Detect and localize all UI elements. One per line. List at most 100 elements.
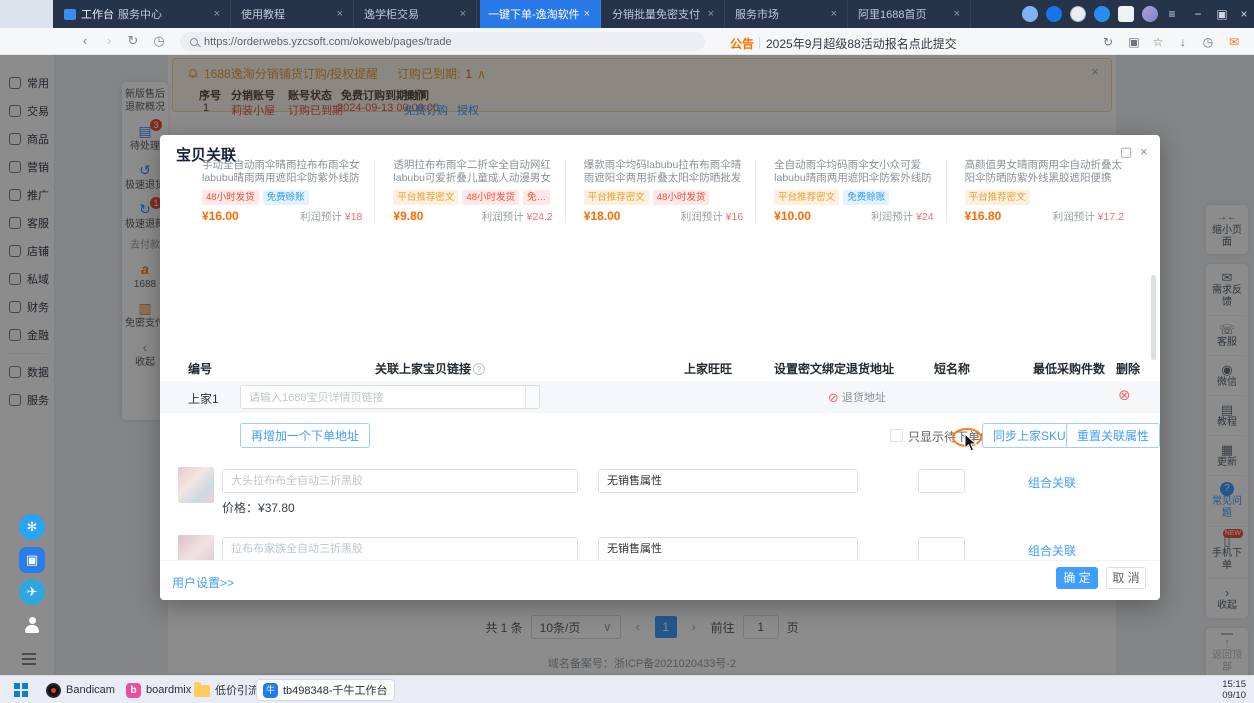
- close-tab-icon[interactable]: ×: [952, 8, 962, 20]
- download-icon[interactable]: ↓: [1175, 34, 1191, 50]
- announcement-label: 公告: [730, 35, 754, 52]
- qianniu-icon: 牛: [263, 683, 278, 698]
- help-icon[interactable]: ?: [473, 363, 485, 375]
- combo-association-link[interactable]: 组合关联: [1028, 474, 1076, 491]
- start-button[interactable]: [14, 683, 28, 697]
- sale-attr-input[interactable]: 无销售属性: [598, 537, 858, 560]
- supplier-link-input[interactable]: 请输入1688宝贝详情页链接: [240, 385, 540, 409]
- modal-maximize-icon[interactable]: ▢: [1120, 144, 1132, 160]
- notes-extension-icon[interactable]: [1118, 6, 1134, 22]
- delete-row-icon[interactable]: ⊗: [1118, 388, 1131, 404]
- clock-icon[interactable]: ◷: [1200, 34, 1216, 50]
- product-thumbnail[interactable]: [178, 467, 214, 503]
- short-name-input[interactable]: [918, 537, 965, 560]
- workbench-icon: [64, 9, 76, 20]
- supplier-card[interactable]: 高颜值男女晴雨两用伞自动折叠太阳伞防晒防紫外线黑胶遮阳便携 平台推荐密文 ¥16…: [946, 159, 1136, 223]
- supplier-link-row: 上家1 请输入1688宝贝详情页链接 ⊘ 退货地址 ⊗: [160, 381, 1160, 413]
- supplier-label: 上家1: [188, 390, 219, 407]
- show-pending-sku-checkbox[interactable]: [890, 429, 903, 442]
- sale-attr-input[interactable]: 无销售属性: [598, 469, 858, 493]
- browser-extension-icon[interactable]: [1094, 6, 1110, 22]
- tag: 平台推荐密文: [965, 190, 1030, 205]
- supplier-card-title: 透明拉布布雨伞二折伞全自动网红labubu可爱折叠儿童成人动漫男女: [393, 159, 552, 185]
- browser-extension-icon[interactable]: [1022, 6, 1038, 22]
- tab-tutorial[interactable]: 使用教程×: [233, 0, 354, 28]
- tab-service-market[interactable]: 服务市场×: [727, 0, 848, 28]
- url-text: https://orderwebs.yzcsoft.com/okoweb/pag…: [204, 36, 452, 48]
- supplier-card[interactable]: 手动全自动雨伞晴雨拉布布雨伞女labubu晴雨两用遮阳伞防紫外线防 48小时发货…: [184, 159, 374, 223]
- windows-taskbar: Bandicam bboardmix 低价引流 牛tb498348-千牛工作台 …: [0, 675, 1254, 703]
- product-row: 大头拉布布全自动三折黑胶 价格：¥37.80 无销售属性 组合关联: [160, 465, 1160, 531]
- modal-close-icon[interactable]: ×: [1140, 144, 1148, 159]
- qq-float-icon[interactable]: ✻: [19, 514, 45, 540]
- taskbar-folder[interactable]: 低价引流: [188, 679, 265, 701]
- tag: 平台推荐密文: [584, 190, 649, 205]
- close-window-button[interactable]: ×: [1234, 0, 1254, 28]
- telegram-icon[interactable]: ✈: [19, 579, 45, 605]
- reset-association-button[interactable]: 重置关联属性: [1066, 423, 1160, 448]
- close-tab-icon[interactable]: ×: [706, 8, 716, 20]
- mouse-cursor: [964, 433, 978, 453]
- combo-association-link[interactable]: 组合关联: [1028, 542, 1076, 559]
- product-name-input[interactable]: 大头拉布布全自动三折黑胶: [222, 469, 578, 493]
- tab-yixuegui-trade[interactable]: 逸学柜交易×: [356, 0, 477, 28]
- price: ¥16.00: [202, 209, 239, 223]
- bookmark-star-icon[interactable]: ☆: [1150, 34, 1166, 50]
- col-index: 编号: [188, 360, 212, 377]
- col-short-name: 短名称: [934, 360, 970, 377]
- taskbar-app-bandicam[interactable]: Bandicam: [40, 679, 121, 701]
- taskbar-clock[interactable]: 15:1509/10: [1222, 679, 1246, 701]
- refresh-icon[interactable]: ↻: [124, 32, 142, 50]
- cancel-button[interactable]: 取 消: [1106, 567, 1146, 589]
- tab-batch-pay[interactable]: 分销批量免密支付×: [604, 0, 725, 28]
- minimize-button[interactable]: −: [1186, 0, 1210, 28]
- sync-supplier-sku-button[interactable]: 同步上家SKU: [982, 423, 1077, 448]
- add-order-address-button[interactable]: 再增加一个下单地址: [240, 423, 370, 448]
- translate-icon[interactable]: ↻: [1100, 34, 1116, 50]
- mail-icon[interactable]: ✉: [1226, 34, 1242, 50]
- tab-service-center[interactable]: 服务中心×: [110, 0, 231, 28]
- supplier-card[interactable]: 透明拉布布雨伞二折伞全自动网红labubu可爱折叠儿童成人动漫男女 平台推荐密文…: [374, 159, 564, 223]
- close-tab-icon[interactable]: ×: [212, 8, 222, 20]
- return-address-cell[interactable]: ⊘ 退货地址: [828, 389, 886, 405]
- announcement-link[interactable]: 2025年9月超级88活动报名点此提交: [766, 35, 957, 52]
- back-icon[interactable]: ‹: [76, 32, 94, 50]
- product-name-input[interactable]: 拉布布家族全自动三折黑胶: [222, 537, 578, 560]
- supplier-cards-row: 手动全自动雨伞晴雨拉布布雨伞女labubu晴雨两用遮阳伞防紫外线防 48小时发货…: [184, 159, 1136, 223]
- history-icon[interactable]: ◷: [150, 32, 168, 50]
- col-ciphertext: 设置密文: [774, 360, 822, 377]
- maximize-button[interactable]: ▣: [1210, 0, 1234, 28]
- close-tab-icon[interactable]: ×: [582, 8, 592, 20]
- tag: 免…: [523, 190, 550, 205]
- copy-icon[interactable]: ▣: [1126, 34, 1142, 50]
- user-settings-link[interactable]: 用户设置>>: [172, 574, 234, 591]
- phone-extension-icon[interactable]: [1070, 6, 1086, 22]
- tab-one-key-order-active[interactable]: 一键下单-逸淘软件×: [480, 0, 601, 28]
- browser-menu-icon[interactable]: ≡: [1162, 0, 1182, 28]
- col-min-qty: 最低采购件数: [1033, 360, 1105, 377]
- close-tab-icon[interactable]: ×: [335, 8, 345, 20]
- browser-extension-icon[interactable]: [1046, 6, 1062, 22]
- address-bar[interactable]: https://orderwebs.yzcsoft.com/okoweb/pag…: [180, 32, 705, 51]
- confirm-button[interactable]: 确 定: [1056, 567, 1098, 589]
- forward-icon[interactable]: ›: [100, 32, 118, 50]
- input-suffix[interactable]: [525, 386, 539, 408]
- tag: 平台推荐密文: [393, 190, 458, 205]
- browser-url-bar: ‹ › ↻ ◷ https://orderwebs.yzcsoft.com/ok…: [0, 28, 1254, 55]
- taskbar-app-qianniu[interactable]: 牛tb498348-千牛工作台: [256, 679, 395, 701]
- modal-toolbar: 再增加一个下单地址 只显示待下单SKU 同步上家SKU 重置关联属性: [160, 423, 1160, 449]
- col-wangwang: 上家旺旺: [684, 360, 732, 377]
- tab-1688-home[interactable]: 阿里1688首页×: [850, 0, 971, 28]
- taskbar-app-boardmix[interactable]: bboardmix: [120, 679, 197, 701]
- product-thumbnail[interactable]: [178, 535, 214, 560]
- supplier-card[interactable]: 爆款雨伞均码labubu拉布布雨伞晴雨遮阳伞两用折叠太阳伞防晒批发 平台推荐密文…: [565, 159, 755, 223]
- supplier-card-title: 高颜值男女晴雨两用伞自动折叠太阳伞防晒防紫外线黑胶遮阳便携: [965, 159, 1124, 185]
- user-avatar[interactable]: [1142, 6, 1158, 22]
- supplier-card[interactable]: 全自动雨伞均码雨伞女小众可爱labubu晴雨两用遮阳伞防紫外线防晒 平台推荐密文…: [755, 159, 945, 223]
- close-tab-icon[interactable]: ×: [458, 8, 468, 20]
- short-name-input[interactable]: [918, 469, 965, 493]
- close-tab-icon[interactable]: ×: [829, 8, 839, 20]
- folder-icon: [194, 685, 210, 697]
- modal-scrollbar[interactable]: [1151, 275, 1156, 360]
- app-float-icon[interactable]: ▣: [19, 547, 45, 573]
